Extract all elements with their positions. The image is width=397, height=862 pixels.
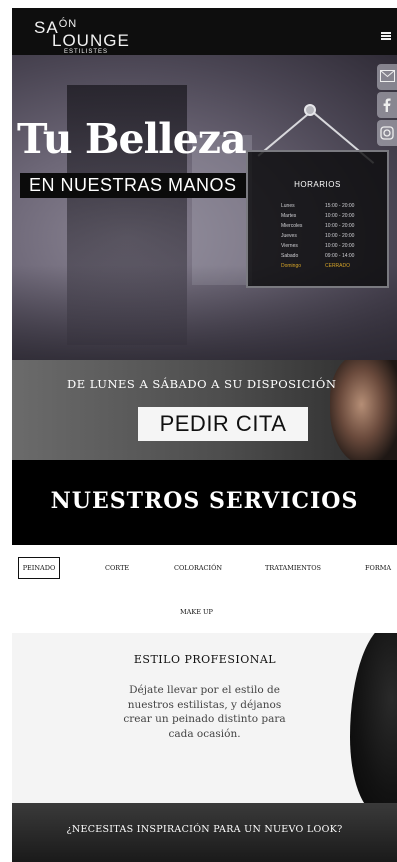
hero-subtitle: EN NUESTRAS MANOS xyxy=(20,173,246,198)
service-description: Déjate llevar por el estilo de nuestros … xyxy=(123,684,286,740)
site-header: SAÓN LOUNGE ESTILISTES xyxy=(12,8,397,55)
email-icon[interactable] xyxy=(377,64,397,90)
inspiration-text: ¿NECESITAS INSPIRACIÓN PARA UN NUEVO LOO… xyxy=(66,824,343,835)
service-detail: ESTILO PROFESIONAL Déjate llevar por el … xyxy=(12,633,397,803)
instagram-icon[interactable] xyxy=(377,120,397,146)
tab-tratamientos[interactable]: TRATAMIENTOS xyxy=(265,564,321,572)
appointment-banner: DE LUNES A SÁBADO A SU DISPOSICIÓN PEDIR… xyxy=(12,360,397,460)
model-hair-image xyxy=(350,633,397,803)
hours-board: HORARIOS Lunes 15:00 - 20:00 Martes 10:00 … xyxy=(246,150,389,288)
service-title: ESTILO PROFESIONAL xyxy=(133,653,277,666)
logo-line2: LOUNGE xyxy=(52,31,130,50)
tab-forma[interactable]: FORMA xyxy=(365,564,391,572)
inspiration-banner: ¿NECESITAS INSPIRACIÓN PARA UN NUEVO LOO… xyxy=(12,803,397,862)
nail-icon xyxy=(304,104,316,116)
model-portrait-image xyxy=(330,360,397,460)
hamburger-menu-icon[interactable] xyxy=(381,32,391,40)
tab-peinado[interactable]: PEINADO xyxy=(18,557,60,579)
hours-title: HORARIOS xyxy=(294,180,341,189)
availability-text: DE LUNES A SÁBADO A SU DISPOSICIÓN xyxy=(67,377,337,391)
page: SAÓN LOUNGE ESTILISTES Tu Belleza EN NUE… xyxy=(0,0,397,862)
tab-make-up[interactable]: MAKE UP xyxy=(180,608,213,616)
services-header: NUESTROS SERVICIOS xyxy=(12,460,397,545)
facebook-icon[interactable] xyxy=(377,92,397,118)
tab-corte[interactable]: CORTE xyxy=(105,564,129,572)
services-title: NUESTROS SERVICIOS xyxy=(50,488,359,514)
book-appointment-button[interactable]: PEDIR CITA xyxy=(138,407,308,441)
hero-title: Tu Belleza xyxy=(17,115,247,163)
tab-coloracion[interactable]: COLORACIÓN xyxy=(174,564,222,572)
